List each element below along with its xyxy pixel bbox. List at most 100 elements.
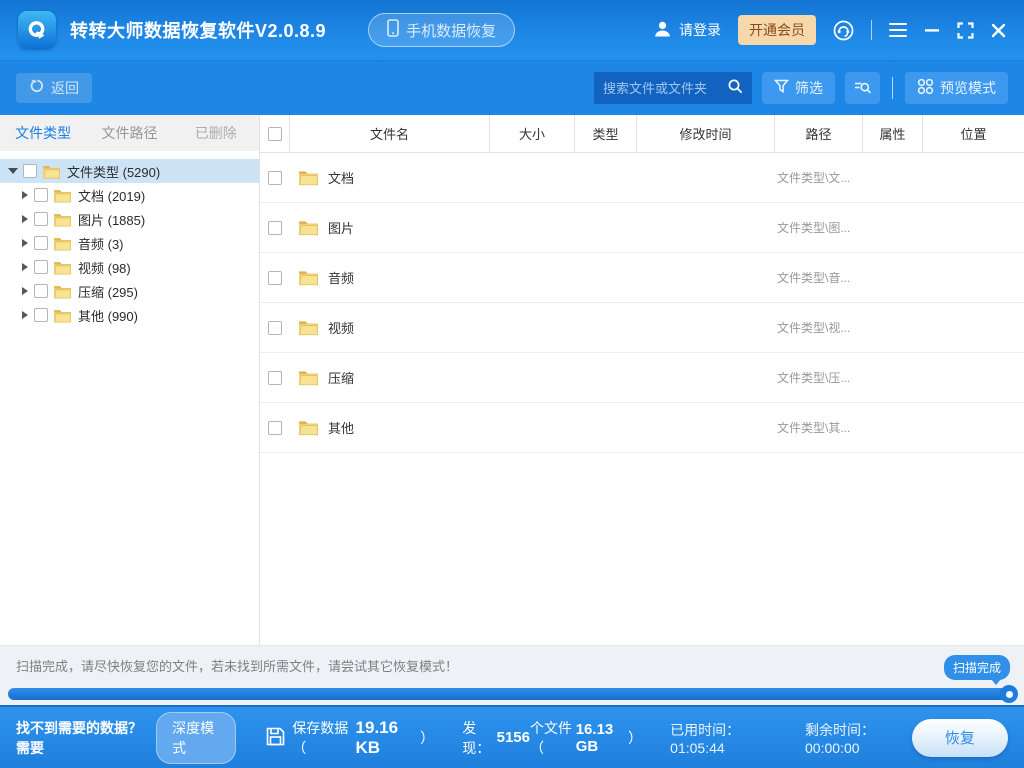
table-row[interactable]: 图片 文件类型\图... [260,203,1024,253]
tree-node-documents[interactable]: 文档 (2019) [0,183,259,207]
deep-mode-prompt: 找不到需要的数据？需要 [16,718,148,758]
checkbox[interactable] [34,284,48,298]
tree-node-other[interactable]: 其他 (990) [0,303,259,327]
tab-file-path[interactable]: 文件路径 [86,115,172,151]
table-row[interactable]: 文档 文件类型\文... [260,153,1024,203]
file-path: 文件类型\其... [775,419,863,436]
table-row[interactable]: 其他 文件类型\其... [260,403,1024,453]
header-type[interactable]: 类型 [575,115,637,152]
checkbox[interactable] [23,164,37,178]
table-row[interactable]: 视频 文件类型\视... [260,303,1024,353]
file-name: 图片 [328,218,354,237]
scan-status-message: 扫描完成，请尽快恢复您的文件，若未找到所需文件，请尝试其它恢复模式！ [0,646,1024,675]
title-bar: 转转大师数据恢复软件V2.0.8.9 手机数据恢复 请登录 开 [0,0,1024,60]
file-path: 文件类型\文... [775,169,863,186]
search-input[interactable] [603,81,727,96]
minimize-icon[interactable] [924,22,940,38]
tree-node-label: 视频 (98) [78,258,131,277]
user-icon [653,20,672,41]
tree-node-audio[interactable]: 音频 (3) [0,231,259,255]
scan-progress-bar[interactable] [8,688,1016,700]
header-filename[interactable]: 文件名 [290,115,490,152]
footer-bar: 找不到需要的数据？需要 深度模式 保存数据（ 19.16 KB ） 发现：515… [0,705,1024,768]
support-headset-icon[interactable] [833,20,854,41]
search-list-icon [854,79,871,98]
save-label: 保存数据（ [292,718,348,758]
recover-button[interactable]: 恢复 [912,719,1008,757]
elapsed-time: 已用时间：01:05:44 [670,720,777,756]
folder-icon [298,219,319,236]
folder-icon [53,308,72,323]
found-count: 5156 [497,729,530,746]
folder-icon [298,369,319,386]
table-row[interactable]: 压缩 文件类型\压... [260,353,1024,403]
file-name: 视频 [328,318,354,337]
checkbox[interactable] [34,188,48,202]
phone-recovery-button[interactable]: 手机数据恢复 [368,13,515,47]
tree-node-video[interactable]: 视频 (98) [0,255,259,279]
filter-button[interactable]: 筛选 [762,72,835,104]
save-size: 19.16 KB [356,718,414,758]
file-name: 音频 [328,268,354,287]
table-row[interactable]: 音频 文件类型\音... [260,253,1024,303]
preview-mode-button[interactable]: 预览模式 [905,72,1008,104]
save-data-button[interactable]: 保存数据（ 19.16 KB ） [266,718,434,758]
folder-icon [53,260,72,275]
folder-icon [53,188,72,203]
file-name: 压缩 [328,368,354,387]
caret-down-icon[interactable] [8,168,18,174]
login-label: 请登录 [679,20,721,40]
checkbox[interactable] [268,321,282,335]
file-type-tree: 文件类型 (5290) 文档 (2019) 图片 (1885) [0,151,259,327]
sidebar: 文件类型 文件路径 已删除 文件类型 (5290) 文档 (2019) [0,115,260,645]
checkbox[interactable] [268,371,282,385]
header-size[interactable]: 大小 [490,115,575,152]
checkbox[interactable] [34,212,48,226]
close-icon[interactable] [991,23,1006,38]
sidebar-tabs: 文件类型 文件路径 已删除 [0,115,259,151]
vip-button[interactable]: 开通会员 [738,15,816,45]
checkbox[interactable] [34,308,48,322]
tree-node-archive[interactable]: 压缩 (295) [0,279,259,303]
header-path[interactable]: 路径 [775,115,863,152]
titlebar-divider [871,20,872,40]
caret-right-icon[interactable] [22,215,28,223]
tree-node-label: 文档 (2019) [78,186,145,205]
login-button[interactable]: 请登录 [653,20,721,41]
caret-right-icon[interactable] [22,311,28,319]
caret-right-icon[interactable] [22,191,28,199]
deep-mode-button[interactable]: 深度模式 [156,712,236,764]
maximize-icon[interactable] [957,22,974,39]
checkbox[interactable] [268,171,282,185]
search-box [594,72,752,104]
select-all-checkbox[interactable] [268,127,282,141]
checkbox[interactable] [34,236,48,250]
toolbar-divider [892,77,893,99]
caret-right-icon[interactable] [22,287,28,295]
found-size: 16.13 GB [576,721,628,755]
status-bar: 扫描完成，请尽快恢复您的文件，若未找到所需文件，请尝试其它恢复模式！ 扫描完成 [0,645,1024,705]
tree-node-pictures[interactable]: 图片 (1885) [0,207,259,231]
preview-mode-label: 预览模式 [940,78,996,98]
search-icon[interactable] [727,78,743,99]
folder-icon [53,284,72,299]
header-location[interactable]: 位置 [923,115,1024,152]
checkbox[interactable] [268,221,282,235]
back-button[interactable]: 返回 [16,73,92,103]
app-window: 转转大师数据恢复软件V2.0.8.9 手机数据恢复 请登录 开 [0,0,1024,768]
checkbox[interactable] [268,421,282,435]
tab-deleted[interactable]: 已删除 [173,115,259,151]
advanced-search-button[interactable] [845,72,880,104]
caret-right-icon[interactable] [22,263,28,271]
header-modified[interactable]: 修改时间 [637,115,775,152]
checkbox[interactable] [268,271,282,285]
tree-node-label: 文件类型 (5290) [67,162,160,181]
menu-icon[interactable] [889,23,907,38]
progress-knob[interactable] [1000,685,1018,703]
caret-right-icon[interactable] [22,239,28,247]
scan-complete-badge: 扫描完成 [944,655,1010,680]
tab-file-type[interactable]: 文件类型 [0,115,86,151]
tree-node-root[interactable]: 文件类型 (5290) [0,159,259,183]
checkbox[interactable] [34,260,48,274]
header-attr[interactable]: 属性 [863,115,923,152]
